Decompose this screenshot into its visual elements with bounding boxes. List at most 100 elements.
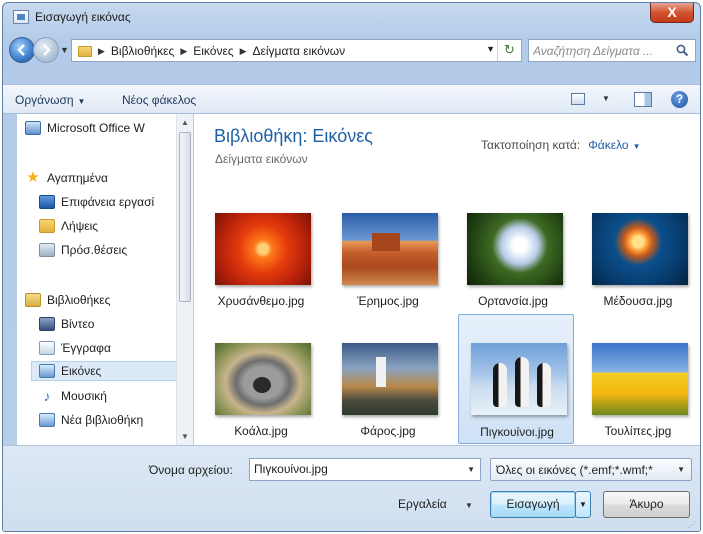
- thumbnail-hydrangeas: [467, 213, 563, 285]
- penguin-shape: [537, 363, 551, 407]
- scroll-up-icon[interactable]: ▲: [181, 118, 189, 127]
- new-folder-button[interactable]: Νέος φάκελος: [122, 93, 196, 107]
- arrow-right-icon: [43, 44, 51, 56]
- nav-item-libraries[interactable]: Βιβλιοθήκες: [25, 290, 110, 310]
- file-name: Έρημος.jpg: [357, 294, 419, 308]
- change-view-icon[interactable]: [571, 93, 585, 105]
- organize-button[interactable]: Οργάνωση ▼: [15, 93, 85, 107]
- help-icon[interactable]: ?: [671, 91, 688, 108]
- file-tile[interactable]: Κοάλα.jpg: [203, 331, 319, 461]
- view-options-chevron-icon[interactable]: ▼: [602, 94, 610, 103]
- nav-item-new-library[interactable]: Νέα βιβλιοθήκη: [39, 410, 143, 430]
- cancel-button[interactable]: Άκυρο: [603, 491, 690, 518]
- scroll-down-icon[interactable]: ▼: [181, 432, 189, 441]
- nav-item-favorites[interactable]: ★ Αγαπημένα: [25, 168, 108, 188]
- file-name: Ορτανσία.jpg: [478, 294, 548, 308]
- resize-grip-icon[interactable]: ⋰: [688, 520, 696, 529]
- desktop-icon: [39, 195, 55, 209]
- preview-pane-icon[interactable]: [634, 92, 652, 107]
- recent-pages-chevron-icon[interactable]: ▼: [60, 45, 70, 55]
- search-box[interactable]: [528, 39, 696, 62]
- search-input[interactable]: [533, 43, 673, 59]
- file-tile[interactable]: Μέδουσα.jpg: [580, 201, 696, 331]
- penguin-shape: [515, 357, 529, 407]
- nav-item-pictures[interactable]: Εικόνες: [31, 361, 177, 381]
- nav-item-label: Έγγραφα: [61, 341, 111, 355]
- forward-button[interactable]: [33, 37, 59, 63]
- address-bar[interactable]: ▶ Βιβλιοθήκες ▶ Εικόνες ▶ Δείγματα εικόν…: [71, 39, 522, 62]
- thumbnail-jellyfish: [592, 213, 688, 285]
- file-name: Μέδουσα.jpg: [603, 294, 673, 308]
- penguin-shape: [493, 363, 507, 407]
- file-tile-selected[interactable]: Πιγκουίνοι.jpg: [458, 314, 574, 444]
- documents-icon: [39, 341, 55, 355]
- file-tile[interactable]: Χρυσάνθεμο.jpg: [203, 201, 319, 331]
- chevron-right-icon[interactable]: ▶: [180, 46, 187, 57]
- file-tile[interactable]: Ορτανσία.jpg: [455, 201, 571, 331]
- downloads-icon: [39, 219, 55, 233]
- file-tile[interactable]: Έρημος.jpg: [330, 201, 446, 331]
- nav-item-office[interactable]: Microsoft Office W: [25, 118, 145, 138]
- tools-button[interactable]: Εργαλεία: [398, 497, 447, 511]
- library-title: Βιβλιοθήκη: Εικόνες: [214, 126, 373, 146]
- arrange-by-dropdown[interactable]: Φάκελο: [588, 138, 628, 152]
- filename-combobox[interactable]: ▼: [249, 458, 481, 481]
- scrollbar-thumb[interactable]: [179, 132, 191, 302]
- organize-label: Οργάνωση: [15, 93, 74, 107]
- file-type-filter[interactable]: Όλες οι εικόνες (*.emf;*.wmf;* ▼: [490, 458, 692, 481]
- insert-options-chevron-icon[interactable]: ▼: [575, 491, 591, 518]
- breadcrumb-pictures[interactable]: Εικόνες: [193, 44, 233, 58]
- filename-label: Όνομα αρχείου:: [149, 463, 233, 477]
- nav-item-video[interactable]: Βίντεο: [39, 314, 94, 334]
- tools-chevron-down-icon[interactable]: ▼: [465, 501, 473, 510]
- chevron-right-icon[interactable]: ▶: [240, 46, 247, 57]
- libraries-icon: [25, 293, 41, 307]
- breadcrumb-libraries[interactable]: Βιβλιοθήκες: [111, 44, 174, 58]
- nav-pane-scrollbar[interactable]: ▲ ▼: [176, 114, 193, 445]
- file-name: Τουλίπες.jpg: [604, 424, 672, 438]
- breadcrumb-sample-pictures[interactable]: Δείγματα εικόνων: [253, 44, 346, 58]
- nav-item-label: Microsoft Office W: [47, 121, 145, 135]
- insert-button[interactable]: Εισαγωγή: [490, 491, 576, 518]
- nav-item-documents[interactable]: Έγγραφα: [39, 338, 111, 358]
- arrow-left-icon: [17, 44, 25, 56]
- file-name: Πιγκουίνοι.jpg: [480, 425, 554, 439]
- file-name: Χρυσάνθεμο.jpg: [217, 294, 305, 308]
- title-bar: Εισαγωγή εικόνας X: [3, 3, 700, 31]
- chevron-down-icon: ▼: [677, 465, 685, 474]
- refresh-button[interactable]: ↻: [497, 40, 521, 61]
- folder-icon: [78, 45, 92, 57]
- file-list: Βιβλιοθήκη: Εικόνες Δείγματα εικόνων Τακ…: [194, 114, 700, 445]
- thumbnail-tulips: [592, 343, 688, 415]
- filename-input[interactable]: [254, 462, 454, 476]
- pictures-icon: [39, 364, 55, 378]
- nav-item-desktop[interactable]: Επιφάνεια εργασί: [39, 192, 154, 212]
- navigation-pane: Microsoft Office W ★ Αγαπημένα Επιφάνεια …: [17, 114, 190, 445]
- close-button[interactable]: X: [650, 3, 694, 23]
- nav-item-music[interactable]: ♪ Μουσική: [39, 386, 107, 406]
- chevron-down-icon[interactable]: ▼: [633, 142, 641, 151]
- nav-item-label: Επιφάνεια εργασί: [61, 195, 155, 209]
- chevron-right-icon[interactable]: ▶: [98, 46, 105, 57]
- thumbnail-penguins: [471, 343, 567, 415]
- nav-item-downloads[interactable]: Λήψεις: [39, 216, 98, 236]
- command-bar: Οργάνωση ▼ Νέος φάκελος ▼ ?: [3, 84, 700, 114]
- arrange-label: Τακτοποίηση κατά:: [481, 138, 581, 152]
- thumbnail-desert: [342, 213, 438, 285]
- nav-item-label: Λήψεις: [61, 219, 99, 233]
- star-icon: ★: [26, 169, 40, 186]
- file-tile[interactable]: Φάρος.jpg: [330, 331, 446, 461]
- address-dropdown-icon[interactable]: ▼: [486, 44, 495, 54]
- library-subtitle: Δείγματα εικόνων: [215, 152, 308, 166]
- file-tile[interactable]: Τουλίπες.jpg: [580, 331, 696, 461]
- nav-item-recent-places[interactable]: Πρόσ.θέσεις: [39, 240, 127, 260]
- address-row: ▼ ▶ Βιβλιοθήκες ▶ Εικόνες ▶ Δείγματα εικ…: [3, 34, 700, 66]
- back-button[interactable]: [9, 37, 35, 63]
- arrange-by: Τακτοποίηση κατά: Φάκελο ▼: [481, 138, 640, 152]
- search-icon[interactable]: [676, 44, 689, 57]
- video-icon: [39, 317, 55, 331]
- music-icon: ♪: [43, 388, 51, 404]
- chevron-down-icon[interactable]: ▼: [467, 465, 475, 474]
- nav-item-label: Πρόσ.θέσεις: [61, 243, 128, 257]
- nav-item-label: Νέα βιβλιοθήκη: [61, 413, 144, 427]
